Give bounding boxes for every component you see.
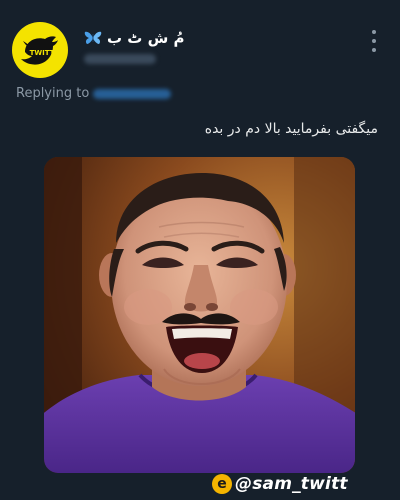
reply-target-redacted[interactable]: [93, 88, 172, 99]
tweet-text: میگفتی بفرمایید بالا دم در بده: [204, 121, 378, 137]
tweet-media-image[interactable]: [44, 157, 355, 473]
profile-avatar[interactable]: TWITT: [12, 22, 68, 78]
author-handle-redacted: [84, 54, 156, 64]
butterfly-icon: [84, 31, 102, 44]
twitter-bird-icon: TWITT: [21, 36, 58, 65]
replying-to-label: Replying to: [16, 86, 90, 101]
author-display-name: مُ ش ٹ ب: [107, 29, 185, 47]
avatar-label: TWITT: [30, 49, 55, 57]
watermark-e-icon: e: [212, 474, 232, 494]
replying-to-line: Replying to: [16, 86, 172, 101]
watermark-handle: @sam_twitt: [235, 474, 348, 494]
author-name-row[interactable]: مُ ش ٹ ب: [84, 29, 185, 47]
laughing-man-image: [44, 157, 355, 473]
watermark: e @sam_twitt: [212, 474, 348, 494]
more-options-icon[interactable]: [370, 30, 378, 52]
tweet-screen: TWITT مُ ش ٹ ب Replying to میگفتی بفرمای…: [0, 0, 400, 500]
